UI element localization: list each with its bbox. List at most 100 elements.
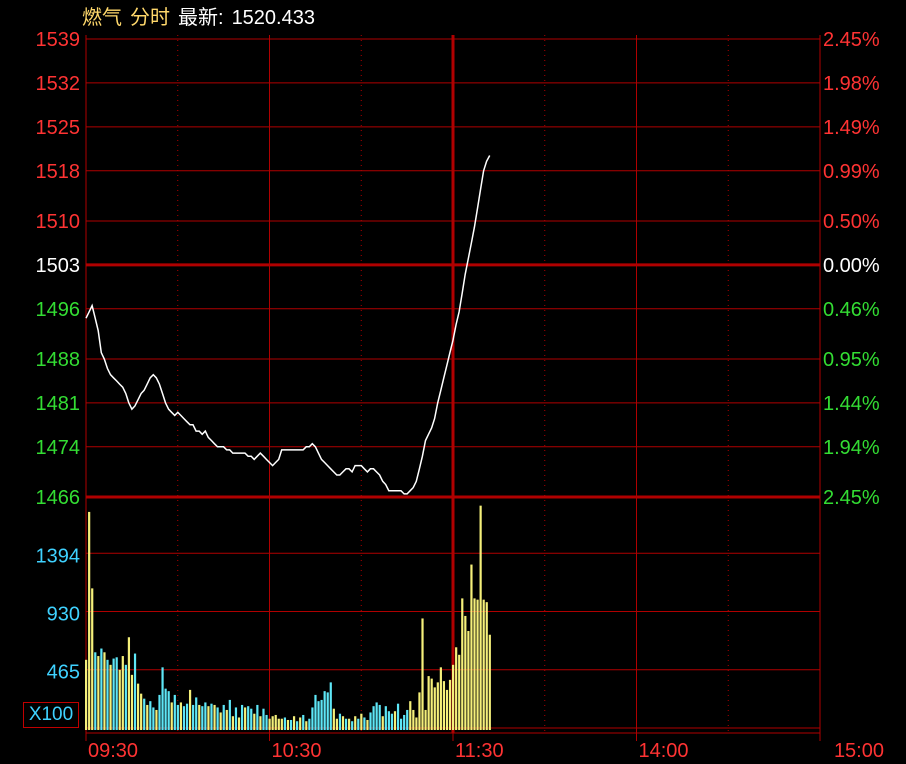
volume-bar: [430, 678, 433, 730]
percent-tick-label: 1.44%: [823, 393, 880, 415]
volume-bar: [225, 709, 228, 730]
price-tick-label: 1539: [36, 29, 81, 51]
volume-bar: [283, 717, 286, 730]
volume-bar: [170, 702, 173, 730]
volume-bar: [228, 699, 231, 730]
volume-bar: [244, 707, 247, 730]
volume-bar: [140, 693, 143, 730]
volume-bar: [124, 664, 127, 730]
volume-bar: [308, 718, 311, 730]
intraday-chart-svg[interactable]: 1539 1532 1525 1518 1510 1503 1496 1488 1481 1474…: [0, 0, 906, 764]
volume-bar: [476, 599, 479, 730]
percent-tick-label: 1.98%: [823, 73, 880, 95]
volume-bar: [143, 698, 146, 730]
volume-bar: [289, 719, 293, 730]
volume-bar: [103, 652, 106, 730]
volume-bar: [403, 714, 406, 730]
volume-bar: [185, 703, 189, 730]
volume-bar: [427, 676, 430, 730]
volume-bar: [424, 709, 427, 730]
volume-bar: [393, 711, 397, 730]
volume-tick-label: 465: [47, 662, 80, 684]
volume-bar: [467, 630, 470, 730]
volume-bar: [259, 716, 262, 730]
price-tick-label: 1525: [36, 117, 81, 139]
volume-bar: [396, 703, 400, 730]
volume-bar: [262, 708, 265, 730]
volume-bar: [375, 702, 378, 730]
volume-bar: [158, 694, 161, 730]
volume-bar: [488, 634, 491, 730]
volume-bar: [179, 702, 183, 730]
intraday-chart-window: 燃气 分时 最新: 1520.433 1539 1532 1525 1518 1510 1…: [0, 0, 906, 764]
volume-bar: [458, 654, 461, 730]
volume-bar: [357, 718, 360, 730]
volume-bar: [207, 706, 210, 730]
volume-bar: [106, 659, 109, 730]
volume-bar: [210, 703, 213, 730]
volume-bar: [341, 716, 345, 730]
volume-bar: [240, 704, 244, 730]
volume-bar: [448, 679, 452, 730]
volume-bar: [97, 656, 100, 730]
percent-tick-label: 2.45%: [823, 487, 880, 509]
volume-bar: [366, 719, 369, 730]
volume-bar: [338, 713, 342, 730]
volume-bar: [351, 721, 354, 730]
volume-bar: [390, 713, 394, 730]
volume-bar: [299, 717, 302, 730]
volume-bar: [406, 709, 409, 730]
price-line-group: [85, 155, 491, 495]
volume-bar: [234, 707, 238, 730]
volume-bar: [216, 707, 219, 730]
volume-bar: [348, 718, 351, 730]
volume-tick-label: 930: [47, 603, 80, 625]
volume-bar: [130, 674, 134, 730]
volume-bar: [292, 716, 296, 730]
volume-bar: [387, 711, 390, 730]
volume-bar: [305, 721, 308, 730]
volume-bar: [219, 712, 222, 730]
volume-axis: 1394 930 465: [36, 545, 81, 683]
volume-bar: [482, 599, 485, 730]
volume-bar: [250, 708, 253, 730]
time-tick-label: 10:30: [272, 740, 322, 762]
volume-bar: [265, 714, 268, 730]
volume-bar: [198, 704, 201, 730]
volume-bar: [164, 688, 167, 730]
percent-tick-label: 0.00%: [823, 255, 880, 277]
price-tick-label: 1510: [36, 211, 81, 233]
volume-bar: [201, 706, 204, 730]
volume-bar: [412, 709, 415, 730]
volume-bar: [94, 652, 97, 730]
volume-bar: [100, 648, 103, 730]
volume-bar: [461, 598, 464, 730]
volume-bar: [314, 694, 317, 730]
volume-bar: [188, 689, 192, 730]
volume-bar: [409, 701, 412, 730]
volume-bar: [360, 713, 363, 730]
volume-bar: [442, 681, 446, 730]
volume-bar: [485, 602, 488, 730]
volume-bar: [381, 716, 384, 730]
price-tick-label: 1496: [36, 299, 81, 321]
grid-lines: [85, 35, 821, 734]
volume-bar: [317, 701, 320, 730]
volume-bar: [433, 687, 436, 730]
volume-bar: [112, 658, 115, 730]
volume-bar: [363, 717, 366, 730]
price-line: [85, 155, 491, 495]
volume-bar: [344, 718, 348, 730]
volume-bar: [378, 704, 381, 730]
volume-bar: [231, 716, 234, 730]
volume-bar: [109, 664, 112, 730]
volume-bar: [136, 683, 140, 730]
volume-bar: [115, 657, 118, 730]
volume-bars: [85, 505, 491, 730]
volume-bar: [121, 656, 124, 730]
volume-bar: [418, 692, 421, 730]
volume-bar: [161, 667, 164, 730]
volume-bar: [237, 717, 241, 730]
price-tick-label: 1503: [36, 255, 81, 277]
volume-bar: [280, 718, 283, 730]
